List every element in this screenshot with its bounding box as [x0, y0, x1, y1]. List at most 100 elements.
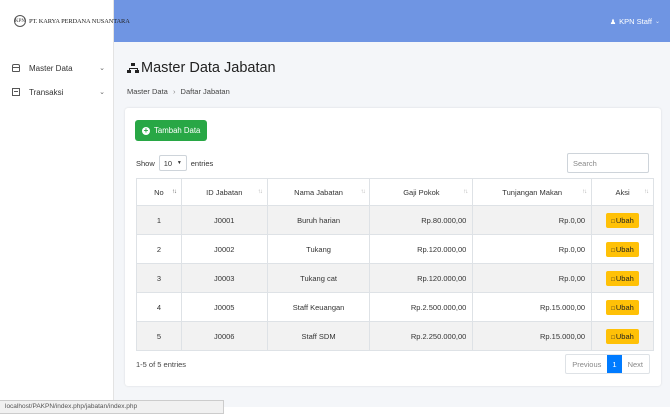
bottom-strip: [224, 407, 670, 414]
sort-icon: ↑↓: [582, 189, 587, 195]
table-header-row: No ↑↓ ID Jabatan ↑↓ Nama Jabatan ↑↓ Gaji Po…: [136, 178, 654, 206]
cell-tunjangan-makan: Rp.15.000,00: [472, 292, 593, 322]
cell-tunjangan-makan: Rp.0,00: [472, 234, 593, 264]
edit-button-label: Ubah: [615, 273, 634, 283]
add-data-label: Tambah Data: [154, 126, 201, 135]
sidebar-item-label: Transaksi: [29, 87, 64, 97]
table-row: 4 J0005 Staff Keuangan Rp.2.500.000,00 R…: [136, 292, 654, 322]
caret-down-icon: ▼: [176, 160, 182, 166]
chevron-down-icon: ⌄: [99, 65, 105, 72]
cell-gaji-pokok: Rp.2.500.000,00: [369, 292, 474, 322]
cell-no: 1: [136, 205, 182, 235]
pagination-next[interactable]: Next: [622, 355, 649, 373]
chevron-down-icon: ⌄: [99, 89, 105, 96]
show-label: Show: [136, 158, 155, 168]
column-header-nama-jabatan[interactable]: Nama Jabatan ↑↓: [266, 178, 371, 206]
content-card: + Tambah Data Show 10 ▼ entries Search N…: [125, 108, 661, 386]
breadcrumb-separator: ›: [172, 87, 176, 96]
edit-button-label: Ubah: [615, 302, 634, 312]
edit-icon: □: [611, 334, 615, 341]
table-row: 1 J0001 Buruh harian Rp.80.000,00 Rp.0,0…: [136, 205, 654, 235]
cell-no: 4: [136, 292, 182, 322]
breadcrumb-parent[interactable]: Master Data: [127, 87, 168, 96]
entries-label: entries: [190, 158, 214, 168]
sidebar: Master Data ⌄ Transaksi ⌄: [0, 42, 114, 400]
table-row: 5 J0006 Staff SDM Rp.2.250.000,00 Rp.15.…: [136, 321, 654, 351]
brand-name: PT. KARYA PERDANA NUSANTARA: [29, 17, 130, 25]
sort-icon: ↑↓: [360, 189, 365, 195]
table-info: 1-5 of 5 entries: [136, 360, 187, 369]
chevron-down-icon: ⌄: [654, 19, 660, 25]
page-title: Master Data Jabatan: [127, 60, 276, 76]
page-title-text: Master Data Jabatan: [141, 60, 276, 76]
pagination-previous[interactable]: Previous: [566, 355, 607, 373]
sort-icon: ↑↓: [463, 189, 468, 195]
edit-icon: □: [611, 276, 615, 283]
table-row: 2 J0002 Tukang Rp.120.000,00 Rp.0,00 □Ub…: [136, 234, 654, 264]
cell-gaji-pokok: Rp.2.250.000,00: [369, 321, 474, 351]
edit-button[interactable]: □Ubah: [606, 241, 639, 257]
page-size-value: 10: [163, 158, 173, 168]
edit-button[interactable]: □Ubah: [606, 270, 639, 286]
table-icon: [12, 88, 20, 96]
pagination: Previous 1 Next: [565, 354, 650, 374]
cell-tunjangan-makan: Rp.15.000,00: [472, 321, 593, 351]
edit-button[interactable]: □Ubah: [606, 299, 639, 315]
edit-button-label: Ubah: [615, 215, 634, 225]
topbar: KPN PT. KARYA PERDANA NUSANTARA ♟ KPN St…: [0, 0, 670, 42]
user-name: KPN Staff: [619, 17, 652, 26]
edit-icon: □: [611, 305, 615, 312]
database-icon: [12, 64, 20, 72]
column-header-no[interactable]: No ↑↓: [136, 178, 182, 206]
cell-nama-jabatan: Tukang cat: [266, 263, 371, 293]
cell-aksi: □Ubah: [591, 321, 654, 351]
edit-button[interactable]: □Ubah: [606, 328, 639, 344]
pagination-page[interactable]: 1: [607, 355, 622, 373]
logo-icon: KPN: [14, 15, 26, 27]
column-header-id-jabatan[interactable]: ID Jabatan ↑↓: [180, 178, 268, 206]
column-label: No: [154, 187, 164, 197]
column-header-gaji-pokok[interactable]: Gaji Pokok ↑↓: [369, 178, 474, 206]
edit-button-label: Ubah: [615, 244, 634, 254]
add-data-button[interactable]: + Tambah Data: [135, 120, 208, 141]
column-header-tunjangan-makan[interactable]: Tunjangan Makan ↑↓: [472, 178, 593, 206]
user-menu[interactable]: ♟ KPN Staff ⌄: [610, 17, 660, 26]
status-bar-url: localhost/PAKPN/index.php/jabatan/index.…: [0, 400, 224, 414]
cell-id-jabatan: J0003: [180, 263, 268, 293]
column-header-aksi[interactable]: Aksi ↑↓: [591, 178, 654, 206]
sidebar-item-master-data[interactable]: Master Data ⌄: [0, 56, 113, 80]
cell-tunjangan-makan: Rp.0,00: [472, 263, 593, 293]
column-label: Aksi: [615, 187, 630, 197]
cell-no: 5: [136, 321, 182, 351]
cell-no: 3: [136, 263, 182, 293]
cell-aksi: □Ubah: [591, 263, 654, 293]
column-label: Tunjangan Makan: [502, 187, 563, 197]
sort-icon: ↑↓: [171, 189, 177, 195]
column-label: Gaji Pokok: [403, 187, 440, 197]
cell-nama-jabatan: Staff SDM: [266, 321, 371, 351]
cell-id-jabatan: J0006: [180, 321, 268, 351]
plus-icon: +: [142, 125, 150, 135]
cell-no: 2: [136, 234, 182, 264]
cell-nama-jabatan: Staff Keuangan: [266, 292, 371, 322]
search-input[interactable]: Search: [567, 153, 649, 173]
column-label: Nama Jabatan: [294, 187, 343, 197]
column-label: ID Jabatan: [206, 187, 243, 197]
cell-tunjangan-makan: Rp.0,00: [472, 205, 593, 235]
edit-icon: □: [611, 247, 615, 254]
cell-nama-jabatan: Tukang: [266, 234, 371, 264]
page-size-control: Show 10 ▼ entries: [136, 155, 213, 171]
edit-button[interactable]: □Ubah: [606, 212, 639, 228]
brand[interactable]: KPN PT. KARYA PERDANA NUSANTARA: [0, 0, 130, 42]
edit-button-label: Ubah: [615, 331, 634, 341]
page-size-select[interactable]: 10 ▼: [158, 155, 187, 171]
cell-gaji-pokok: Rp.120.000,00: [369, 234, 474, 264]
cell-id-jabatan: J0005: [180, 292, 268, 322]
cell-aksi: □Ubah: [591, 292, 654, 322]
sidebar-item-transaksi[interactable]: Transaksi ⌄: [0, 80, 113, 104]
breadcrumb-current: Daftar Jabatan: [180, 87, 230, 96]
sort-icon: ↑↓: [644, 189, 649, 195]
jabatan-table: No ↑↓ ID Jabatan ↑↓ Nama Jabatan ↑↓ Gaji Po…: [136, 178, 654, 351]
cell-aksi: □Ubah: [591, 234, 654, 264]
